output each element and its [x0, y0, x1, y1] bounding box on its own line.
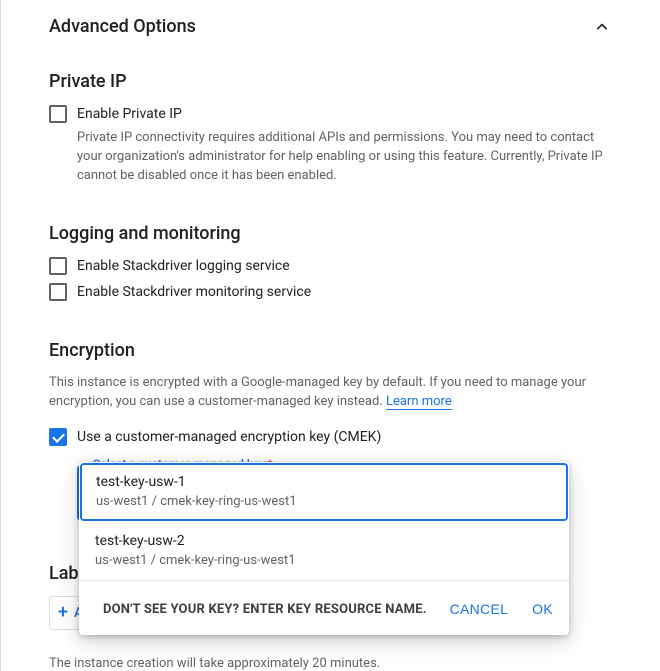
dropdown-option-name: test-key-usw-1	[96, 473, 552, 492]
ok-button[interactable]: OK	[532, 601, 553, 617]
cmek-key-dropdown: test-key-usw-1 us-west1 / cmek-key-ring-…	[79, 462, 569, 635]
dropdown-option-name: test-key-usw-2	[95, 532, 553, 551]
enable-monitoring-label: Enable Stackdriver monitoring service	[77, 282, 311, 302]
dropdown-option[interactable]: test-key-usw-2 us-west1 / cmek-key-ring-…	[79, 522, 569, 580]
enable-private-ip-checkbox[interactable]	[49, 105, 67, 123]
plus-icon: +	[58, 604, 68, 622]
enable-private-ip-label: Enable Private IP	[77, 104, 182, 124]
encryption-desc: This instance is encrypted with a Google…	[49, 373, 612, 411]
labels-title: Lab	[49, 563, 79, 584]
cancel-button[interactable]: CANCEL	[450, 601, 509, 617]
learn-more-link[interactable]: Learn more	[386, 394, 452, 410]
cmek-label: Use a customer-managed encryption key (C…	[77, 427, 381, 447]
creation-time-note: The instance creation will take approxim…	[49, 656, 612, 671]
private-ip-section: Private IP Enable Private IP Private IP …	[49, 71, 612, 185]
private-ip-title: Private IP	[49, 71, 612, 92]
logging-monitoring-section: Logging and monitoring Enable Stackdrive…	[49, 223, 612, 302]
enable-logging-label: Enable Stackdriver logging service	[77, 256, 290, 276]
dropdown-option-sub: us-west1 / cmek-key-ring-us-west1	[96, 493, 552, 511]
cmek-checkbox[interactable]	[49, 428, 67, 446]
dropdown-prompt: DON'T SEE YOUR KEY? ENTER KEY RESOURCE N…	[103, 602, 427, 617]
dropdown-option-sub: us-west1 / cmek-key-ring-us-west1	[95, 552, 553, 570]
encryption-title: Encryption	[49, 340, 612, 361]
chevron-up-icon	[592, 17, 612, 37]
advanced-options-accordion-header[interactable]: Advanced Options	[49, 16, 612, 37]
dropdown-option[interactable]: test-key-usw-1 us-west1 / cmek-key-ring-…	[80, 463, 568, 521]
enable-logging-checkbox[interactable]	[49, 257, 67, 275]
advanced-options-title: Advanced Options	[49, 16, 196, 37]
private-ip-helper: Private IP connectivity requires additio…	[77, 128, 612, 185]
enable-monitoring-checkbox[interactable]	[49, 283, 67, 301]
logging-monitoring-title: Logging and monitoring	[49, 223, 612, 244]
